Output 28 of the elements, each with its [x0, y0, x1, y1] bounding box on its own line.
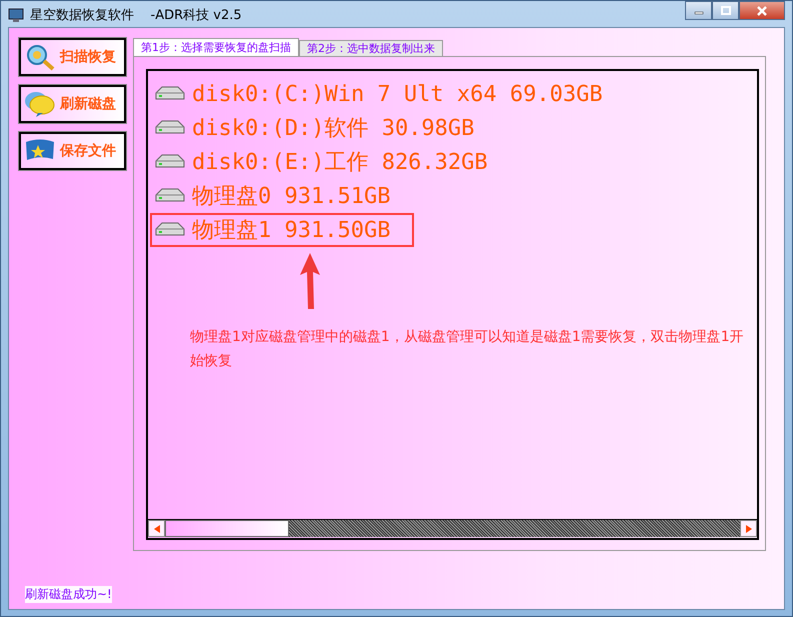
side-button[interactable]: 刷新磁盘 [19, 85, 126, 123]
scroll-thumb[interactable] [165, 520, 289, 537]
right-arrow-icon [746, 524, 752, 532]
status-text: 刷新磁盘成功~! [25, 586, 112, 602]
side-button[interactable]: 保存文件 [19, 132, 126, 170]
disk-item[interactable]: 物理盘0 931.51GB [150, 179, 414, 213]
close-icon [756, 6, 768, 16]
scroll-right-button[interactable] [740, 520, 757, 537]
left-arrow-icon [154, 524, 160, 532]
disk-item[interactable]: disk0:(C:)Win 7 Ult x64 69.03GB [150, 77, 627, 111]
horizontal-scrollbar[interactable] [148, 519, 757, 537]
tab[interactable]: 第1步：选择需要恢复的盘扫描 [133, 38, 299, 56]
disk-item[interactable]: 物理盘1 931.50GB [150, 213, 414, 247]
tab[interactable]: 第2步：选中数据复制出来 [299, 40, 443, 56]
disk-item[interactable]: disk0:(D:)软件 30.98GB [150, 111, 498, 145]
scroll-left-button[interactable] [148, 520, 165, 537]
disk-item[interactable]: disk0:(E:)工作 826.32GB [150, 145, 512, 179]
annotation-arrow [298, 253, 322, 309]
maximize-icon [720, 6, 730, 16]
speech-bubbles-icon [24, 90, 56, 118]
close-button[interactable] [739, 1, 785, 20]
monitor-icon [8, 7, 24, 23]
annotation-text: 物理盘1对应磁盘管理中的磁盘1，从磁盘管理可以知道是磁盘1需要恢复，双击物理盘1开始恢复 [190, 328, 745, 371]
magnifier-icon [24, 43, 56, 71]
window-title: 星空数据恢复软件 -ADR科技 v2.5 [30, 7, 242, 24]
maximize-button[interactable] [712, 1, 739, 20]
minimize-button[interactable] [685, 1, 712, 20]
side-button[interactable]: 扫描恢复 [19, 38, 126, 76]
